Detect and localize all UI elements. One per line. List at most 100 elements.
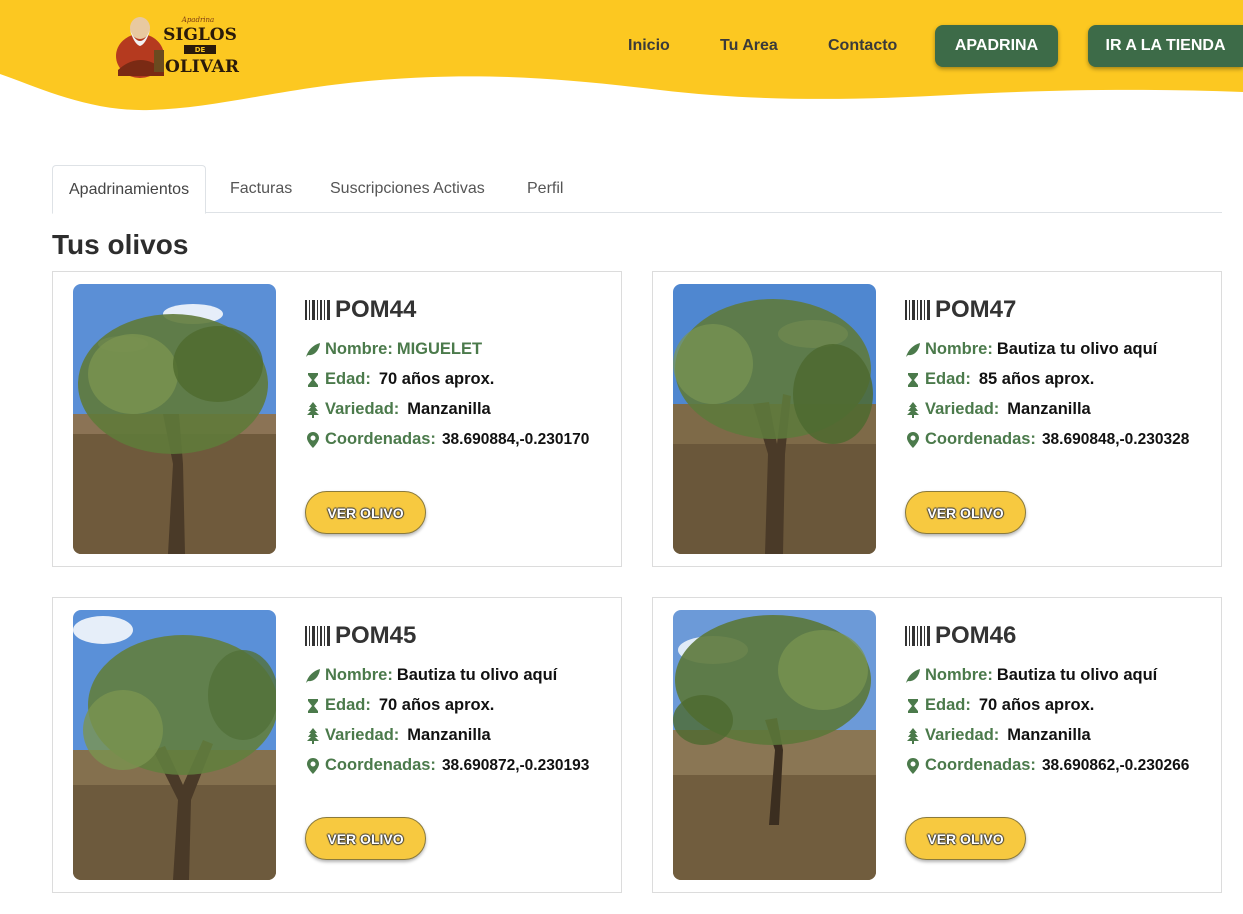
- site-header: Apadrina SIGLOS DE OLIVAR Inicio Tu Area…: [0, 0, 1243, 115]
- variedad-label: Variedad:: [925, 726, 1000, 744]
- olivo-variedad-row: Variedad: Manzanilla: [905, 400, 1091, 419]
- hourglass-icon: [908, 372, 918, 387]
- olivo-photo: [73, 284, 276, 554]
- map-marker-icon: [907, 757, 919, 774]
- coordenadas-label: Coordenadas:: [925, 756, 1036, 774]
- nav-inicio[interactable]: Inicio: [628, 37, 670, 55]
- olivo-coordenadas-row: Coordenadas: 38.690862,-0.230266: [905, 756, 1189, 775]
- hourglass-icon: [908, 698, 918, 713]
- ver-olivo-button[interactable]: VER OLIVO: [305, 817, 426, 860]
- tab-perfil[interactable]: Perfil: [527, 165, 563, 213]
- apadrina-button[interactable]: APADRINA: [935, 25, 1058, 67]
- coordenadas-value: 38.690884,-0.230170: [441, 430, 590, 448]
- olivo-photo: [673, 284, 876, 554]
- tree-icon: [307, 401, 319, 418]
- edad-value: 70 años aprox.: [378, 370, 495, 388]
- svg-text:Apadrina: Apadrina: [181, 16, 214, 24]
- olivo-nombre-row: Nombre: MIGUELET: [305, 340, 482, 359]
- nav-contacto[interactable]: Contacto: [828, 37, 897, 55]
- olivo-code: POM47: [905, 296, 1016, 324]
- map-marker-icon: [307, 431, 319, 448]
- olivo-code: POM45: [305, 622, 416, 650]
- olivo-variedad-row: Variedad: Manzanilla: [905, 726, 1091, 745]
- map-marker-icon: [907, 431, 919, 448]
- olivo-variedad-row: Variedad: Manzanilla: [305, 400, 491, 419]
- ir-a-la-tienda-button[interactable]: IR A LA TIENDA: [1088, 25, 1243, 67]
- barcode-icon: [305, 300, 330, 320]
- variedad-value: Manzanilla: [407, 726, 491, 744]
- nombre-value[interactable]: Bautiza tu olivo aquí: [397, 666, 557, 685]
- nav-tu-area[interactable]: Tu Area: [720, 37, 778, 55]
- olivo-coordenadas-row: Coordenadas: 38.690872,-0.230193: [305, 756, 589, 775]
- edad-value: 85 años aprox.: [978, 370, 1095, 388]
- coordenadas-value: 38.690872,-0.230193: [441, 756, 590, 774]
- tab-facturas[interactable]: Facturas: [230, 165, 292, 213]
- olivo-code-text: POM47: [935, 296, 1017, 323]
- coordenadas-value: 38.690848,-0.230328: [1041, 430, 1190, 448]
- nombre-label: Nombre:: [325, 340, 393, 358]
- tree-icon: [307, 727, 319, 744]
- edad-value: 70 años aprox.: [378, 696, 495, 714]
- coordenadas-label: Coordenadas:: [925, 430, 1036, 448]
- olivo-edad-row: Edad: 70 años aprox.: [905, 696, 1094, 715]
- olivo-photo: [673, 610, 876, 880]
- edad-label: Edad:: [325, 370, 371, 388]
- barcode-icon: [905, 300, 930, 320]
- olivo-edad-row: Edad: 85 años aprox.: [905, 370, 1094, 389]
- tab-apadrinamientos[interactable]: Apadrinamientos: [52, 165, 207, 214]
- olivo-code-text: POM45: [335, 622, 417, 649]
- variedad-value: Manzanilla: [1007, 400, 1091, 418]
- hourglass-icon: [308, 698, 318, 713]
- olivo-card: POM46 Nombre: Bautiza tu olivo aquí Edad…: [652, 597, 1222, 893]
- leaf-icon: [906, 668, 920, 683]
- olivo-nombre-row: Nombre: Bautiza tu olivo aquí: [905, 340, 1157, 359]
- nombre-value[interactable]: Bautiza tu olivo aquí: [997, 340, 1157, 359]
- coordenadas-label: Coordenadas:: [325, 756, 436, 774]
- olivo-card: POM45 Nombre: Bautiza tu olivo aquí Edad…: [52, 597, 622, 893]
- olivo-code-text: POM44: [335, 296, 417, 323]
- olivo-info: POM44 Nombre: MIGUELET Edad: 70 años apr…: [305, 272, 615, 568]
- edad-label: Edad:: [925, 370, 971, 388]
- edad-value: 70 años aprox.: [978, 696, 1095, 714]
- tree-icon: [907, 401, 919, 418]
- coordenadas-label: Coordenadas:: [325, 430, 436, 448]
- edad-label: Edad:: [925, 696, 971, 714]
- variedad-value: Manzanilla: [1007, 726, 1091, 744]
- variedad-label: Variedad:: [925, 400, 1000, 418]
- olivo-photo: [73, 610, 276, 880]
- olivo-info: POM46 Nombre: Bautiza tu olivo aquí Edad…: [905, 598, 1215, 894]
- tab-suscripciones-activas[interactable]: Suscripciones Activas: [330, 165, 485, 213]
- ver-olivo-button[interactable]: VER OLIVO: [905, 491, 1026, 534]
- edad-label: Edad:: [325, 696, 371, 714]
- olivo-coordenadas-row: Coordenadas: 38.690848,-0.230328: [905, 430, 1189, 449]
- olivo-code: POM44: [305, 296, 416, 324]
- olivo-variedad-row: Variedad: Manzanilla: [305, 726, 491, 745]
- olivo-code-text: POM46: [935, 622, 1017, 649]
- barcode-icon: [305, 626, 330, 646]
- olivo-edad-row: Edad: 70 años aprox.: [305, 370, 494, 389]
- leaf-icon: [306, 668, 320, 683]
- olivo-info: POM47 Nombre: Bautiza tu olivo aquí Edad…: [905, 272, 1215, 568]
- nombre-value[interactable]: MIGUELET: [397, 340, 482, 359]
- coordenadas-value: 38.690862,-0.230266: [1041, 756, 1190, 774]
- variedad-label: Variedad:: [325, 400, 400, 418]
- ver-olivo-button[interactable]: VER OLIVO: [905, 817, 1026, 860]
- page-title: Tus olivos: [52, 229, 189, 260]
- olivo-nombre-row: Nombre: Bautiza tu olivo aquí: [905, 666, 1157, 685]
- leaf-icon: [906, 342, 920, 357]
- map-marker-icon: [307, 757, 319, 774]
- olivo-coordenadas-row: Coordenadas: 38.690884,-0.230170: [305, 430, 589, 449]
- olivo-code: POM46: [905, 622, 1016, 650]
- olivo-edad-row: Edad: 70 años aprox.: [305, 696, 494, 715]
- variedad-value: Manzanilla: [407, 400, 491, 418]
- nombre-label: Nombre:: [925, 666, 993, 684]
- leaf-icon: [306, 342, 320, 357]
- nombre-value[interactable]: Bautiza tu olivo aquí: [997, 666, 1157, 685]
- olivo-card: POM44 Nombre: MIGUELET Edad: 70 años apr…: [52, 271, 622, 567]
- nombre-label: Nombre:: [925, 340, 993, 358]
- olivo-nombre-row: Nombre: Bautiza tu olivo aquí: [305, 666, 557, 685]
- olivo-info: POM45 Nombre: Bautiza tu olivo aquí Edad…: [305, 598, 615, 894]
- ver-olivo-button[interactable]: VER OLIVO: [305, 491, 426, 534]
- variedad-label: Variedad:: [325, 726, 400, 744]
- barcode-icon: [905, 626, 930, 646]
